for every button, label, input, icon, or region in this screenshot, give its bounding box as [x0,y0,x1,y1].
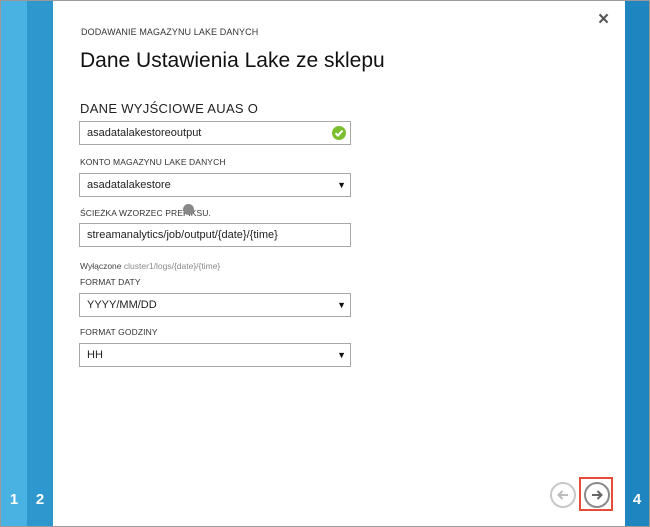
output-alias-value: asadatalakestoreoutput [87,127,202,139]
step-2-number: 2 [35,491,45,508]
time-format-value: HH [87,349,103,361]
page-title: Dane Ustawienia Lake ze sklepu [80,49,385,72]
hint-prefix: Wyłączone [80,261,122,271]
step-1-tab[interactable]: 1 [1,1,27,526]
path-prefix-hint: Wyłączone cluster1/logs/{date}/{time} [80,261,220,271]
step-4-tab[interactable]: 4 [625,1,649,526]
time-format-select[interactable]: HH ▼ [79,343,351,367]
check-circle-icon [332,126,346,140]
step-2-tab[interactable]: 2 [27,1,53,526]
wizard-dialog: 1 2 4 × DODAWANIE MAGAZYNU LAKE DANYCH D… [0,0,650,527]
date-format-label: FORMAT DATY [80,277,141,287]
date-format-value: YYYY/MM/DD [87,299,157,311]
previous-button[interactable] [550,482,576,508]
output-alias-input[interactable]: asadatalakestoreoutput [79,121,351,145]
path-prefix-input[interactable]: streamanalytics/job/output/{date}/{time} [79,223,351,247]
chevron-down-icon: ▼ [337,350,346,360]
arrow-left-icon [557,490,568,500]
info-icon[interactable] [183,204,194,215]
arrow-right-icon [592,490,603,500]
account-select[interactable]: asadatalakestore ▼ [79,173,351,197]
chevron-down-icon: ▼ [337,300,346,310]
date-format-select[interactable]: YYYY/MM/DD ▼ [79,293,351,317]
path-prefix-value: streamanalytics/job/output/{date}/{time} [87,229,278,241]
time-format-label: FORMAT GODZINY [80,327,158,337]
account-label: KONTO MAGAZYNU LAKE DANYCH [80,157,226,167]
output-alias-label: DANE WYJŚCIOWE AUAS O [80,101,259,116]
hint-example: cluster1/logs/{date}/{time} [123,261,221,271]
chevron-down-icon: ▼ [337,180,346,190]
account-value: asadatalakestore [87,179,171,191]
step-4-number: 4 [632,491,642,508]
step-1-number: 1 [9,491,19,508]
close-icon[interactable]: × [598,9,609,31]
next-button[interactable] [584,482,610,508]
breadcrumb: DODAWANIE MAGAZYNU LAKE DANYCH [81,27,259,37]
